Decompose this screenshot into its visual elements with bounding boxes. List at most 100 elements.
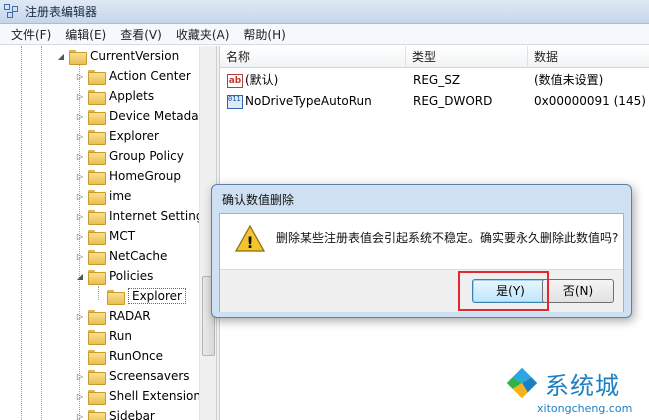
tree-item-run[interactable]: Run bbox=[75, 326, 132, 346]
expand-icon[interactable]: ▷ bbox=[75, 92, 85, 101]
expand-icon[interactable]: ▷ bbox=[75, 212, 85, 221]
tree-item-runonce[interactable]: RunOnce bbox=[75, 346, 163, 366]
tree-item-label: Group Policy bbox=[109, 149, 184, 163]
expand-icon[interactable]: ▷ bbox=[75, 392, 85, 401]
menu-favorites[interactable]: 收藏夹(A) bbox=[169, 26, 237, 43]
list-row-default[interactable]: ab (默认) REG_SZ (数值未设置) bbox=[220, 70, 649, 90]
folder-open-icon bbox=[69, 49, 87, 65]
folder-icon bbox=[88, 329, 106, 345]
dialog-message: 删除某些注册表值会引起系统不稳定。确实要永久删除此数值吗? bbox=[276, 231, 619, 245]
tree-guide-line bbox=[41, 46, 42, 420]
tree-item-action-center[interactable]: ▷ Action Center bbox=[75, 66, 191, 86]
expand-icon[interactable]: ▷ bbox=[75, 232, 85, 241]
tree-item-label: Internet Setting bbox=[109, 209, 204, 223]
folder-icon bbox=[88, 109, 106, 125]
tree-item-applets[interactable]: ▷ Applets bbox=[75, 86, 154, 106]
tree-item-label: Applets bbox=[109, 89, 155, 103]
value-data: 0x00000091 (145) bbox=[534, 94, 646, 108]
menu-file[interactable]: 文件(F) bbox=[4, 26, 58, 43]
tree-item-label: Run bbox=[109, 329, 133, 343]
tree-item-policies[interactable]: ◢ Policies bbox=[75, 266, 153, 286]
menu-bar: 文件(F) 编辑(E) 查看(V) 收藏夹(A) 帮助(H) bbox=[0, 24, 649, 45]
window-title: 注册表编辑器 bbox=[25, 5, 98, 19]
tree-item-radar[interactable]: ▷ RADAR bbox=[75, 306, 151, 326]
tree-item-netcache[interactable]: ▷ NetCache bbox=[75, 246, 167, 266]
folder-icon bbox=[88, 69, 106, 85]
folder-icon bbox=[88, 209, 106, 225]
folder-icon bbox=[88, 389, 106, 405]
value-type: REG_SZ bbox=[413, 73, 461, 87]
binary-value-icon: 011 110 bbox=[227, 94, 243, 109]
tree-item-label: Explorer bbox=[109, 129, 159, 143]
list-row-nodrivetypeautorun[interactable]: 011 110 NoDriveTypeAutoRun REG_DWORD 0x0… bbox=[220, 91, 649, 111]
folder-icon bbox=[88, 189, 106, 205]
no-button[interactable]: 否(N) bbox=[542, 279, 614, 303]
svg-text:!: ! bbox=[246, 233, 253, 252]
folder-icon bbox=[88, 89, 106, 105]
tree-item-label: ime bbox=[109, 189, 132, 203]
expand-icon[interactable]: ▷ bbox=[75, 112, 85, 121]
tree-item-homegroup[interactable]: ▷ HomeGroup bbox=[75, 166, 181, 186]
collapse-icon[interactable]: ◢ bbox=[56, 52, 66, 61]
folder-icon bbox=[88, 249, 106, 265]
tree-item-group-policy[interactable]: ▷ Group Policy bbox=[75, 146, 184, 166]
folder-open-icon bbox=[88, 269, 106, 285]
expand-icon[interactable]: ▷ bbox=[75, 72, 85, 81]
tree-item-label: Action Center bbox=[109, 69, 191, 83]
tree-item-label: CurrentVersion bbox=[90, 49, 180, 63]
value-type: REG_DWORD bbox=[413, 94, 493, 108]
value-data: (数值未设置) bbox=[534, 73, 604, 87]
tree-item-shell-extensions[interactable]: ▷ Shell Extension bbox=[75, 386, 201, 406]
column-header-name[interactable]: 名称 bbox=[220, 46, 406, 68]
tree-item-label: RADAR bbox=[109, 309, 151, 323]
folder-icon bbox=[88, 149, 106, 165]
dialog-button-bar: 是(Y) 否(N) bbox=[220, 269, 623, 312]
expand-icon[interactable]: ▷ bbox=[75, 192, 85, 201]
tree-item-sidebar[interactable]: ▷ Sidebar bbox=[75, 406, 155, 420]
folder-icon bbox=[107, 289, 125, 305]
value-name: NoDriveTypeAutoRun bbox=[245, 94, 372, 108]
collapse-icon[interactable]: ◢ bbox=[75, 272, 85, 281]
expand-icon[interactable]: ▷ bbox=[75, 132, 85, 141]
folder-icon bbox=[88, 129, 106, 145]
folder-icon bbox=[88, 309, 106, 325]
tree-item-device-metadata[interactable]: ▷ Device Metada bbox=[75, 106, 199, 126]
folder-icon bbox=[88, 369, 106, 385]
tree-guide-line bbox=[21, 46, 22, 420]
menu-view[interactable]: 查看(V) bbox=[113, 26, 169, 43]
tree-item-mct[interactable]: ▷ MCT bbox=[75, 226, 135, 246]
tree-item-label: NetCache bbox=[109, 249, 168, 263]
tree-item-label: Device Metada bbox=[109, 109, 199, 123]
tree-item-label: Sidebar bbox=[109, 409, 155, 420]
dialog-body: ! 删除某些注册表值会引起系统不稳定。确实要永久删除此数值吗? 是(Y) 否(N… bbox=[219, 213, 624, 312]
folder-icon bbox=[88, 229, 106, 245]
tree-item-internet-settings[interactable]: ▷ Internet Setting bbox=[75, 206, 203, 226]
dialog-title: 确认数值删除 bbox=[222, 193, 295, 207]
confirm-delete-dialog: 确认数值删除 ! 删除某些注册表值会引起系统不稳定。确实要永久删除此数值吗? 是… bbox=[211, 184, 632, 318]
folder-icon bbox=[88, 169, 106, 185]
tree-item-explorer[interactable]: ▷ Explorer bbox=[75, 126, 159, 146]
folder-icon bbox=[88, 349, 106, 365]
watermark-logo-icon bbox=[504, 365, 540, 401]
expand-icon[interactable]: ▷ bbox=[75, 252, 85, 261]
expand-icon[interactable]: ▷ bbox=[75, 412, 85, 420]
expand-icon[interactable]: ▷ bbox=[75, 312, 85, 321]
folder-icon bbox=[88, 409, 106, 420]
expand-icon[interactable]: ▷ bbox=[75, 172, 85, 181]
registry-editor-icon bbox=[4, 3, 20, 20]
watermark-url: xitongcheng.com bbox=[537, 402, 633, 415]
tree-item-currentversion[interactable]: ◢ CurrentVersion bbox=[56, 46, 179, 66]
column-header-data[interactable]: 数据 bbox=[528, 46, 649, 68]
registry-tree[interactable]: ◢ CurrentVersion ▷ Action Center ▷ Apple… bbox=[0, 46, 216, 420]
expand-icon[interactable]: ▷ bbox=[75, 152, 85, 161]
tree-item-policies-explorer[interactable]: Explorer bbox=[94, 286, 186, 306]
column-header-type[interactable]: 类型 bbox=[406, 46, 528, 68]
tree-item-screensavers[interactable]: ▷ Screensavers bbox=[75, 366, 190, 386]
tree-item-ime[interactable]: ▷ ime bbox=[75, 186, 131, 206]
warning-icon: ! bbox=[235, 225, 265, 252]
string-value-icon: ab bbox=[227, 73, 243, 88]
menu-help[interactable]: 帮助(H) bbox=[236, 26, 292, 43]
menu-edit[interactable]: 编辑(E) bbox=[58, 26, 113, 43]
tree-item-label: Shell Extension bbox=[109, 389, 201, 403]
expand-icon[interactable]: ▷ bbox=[75, 372, 85, 381]
